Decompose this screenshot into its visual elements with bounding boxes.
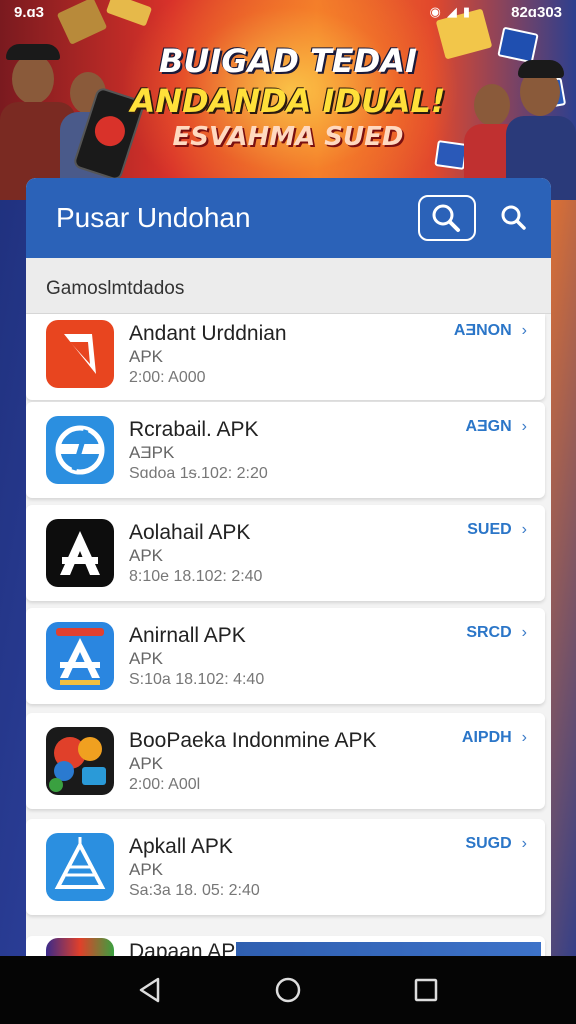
page-title: Pusar Undohan [56, 202, 251, 233]
list-item[interactable]: Andant Urddnian APK 2:00: A000 AƎNON › [26, 314, 545, 400]
notification-icon: ◉ [429, 4, 447, 19]
app-name: BooPaeka Indonmine APK [129, 729, 377, 752]
list-item[interactable]: Rcrabail. APK AƎPK Sɑdoa 1ᵴ.102: 2:20 AƎ… [26, 402, 545, 498]
app-action-label: SUED [467, 521, 512, 538]
app-type: AƎPK [129, 443, 175, 462]
signal-icon: ◢ [446, 4, 463, 19]
recents-button[interactable] [410, 974, 442, 1006]
font-app-icon [46, 519, 114, 587]
home-button[interactable] [272, 974, 304, 1006]
triangle-app-icon [46, 833, 114, 901]
status-bar: 9.ɑ3 ◉◢▮ 82ɑ303 [0, 0, 576, 26]
app-action-button[interactable]: AƎNON › [454, 322, 527, 340]
search-button[interactable] [492, 195, 536, 241]
app-meta: S:10a 18.102: 4:40 [129, 671, 265, 688]
app-action-button[interactable]: AƎGN › [465, 418, 527, 436]
search-button-boxed[interactable] [418, 195, 476, 241]
app-name: Andant Urddnian [129, 322, 287, 345]
battery-icon: ▮ [462, 4, 476, 19]
chevron-right-icon: › [521, 835, 527, 852]
app-meta: 2:00: A000 [129, 369, 206, 386]
system-nav-bar [0, 956, 576, 1024]
chevron-right-icon: › [521, 624, 527, 641]
recents-icon [414, 978, 438, 1002]
back-button[interactable] [134, 974, 166, 1006]
app-name: Anirnall APK [129, 624, 246, 647]
chevron-right-icon: › [521, 521, 527, 538]
game-app-icon [46, 727, 114, 795]
app-type: APK [129, 347, 164, 366]
app-action-button[interactable]: AIPDH › [462, 729, 527, 747]
search-icon [501, 205, 526, 230]
app-bar: Pusar Undohan [26, 178, 551, 258]
app-meta: 2:00: A00l [129, 776, 201, 793]
app-type: APK [129, 860, 164, 879]
app-action-label: SRCD [466, 624, 512, 641]
link-app-icon [46, 416, 114, 484]
promo-banner[interactable]: BUIGAD TEDAI ANDANDA IDUAL! ESVAHMA SUED [0, 0, 576, 200]
chevron-right-icon: › [521, 729, 527, 746]
app-meta: 8:10e 18.102: 2:40 [129, 568, 263, 585]
app-type: APK [129, 754, 164, 773]
app-type: APK [129, 649, 164, 668]
chevron-right-icon: › [521, 418, 527, 435]
section-title: Gamoslmtdados [46, 278, 185, 299]
pdf-app-icon [46, 320, 114, 388]
app-name: Aolahail APK [129, 521, 251, 544]
banner-headline-1: BUIGAD TEDAI [159, 42, 417, 80]
partial-app-icon [46, 938, 114, 958]
banner-headline-2: ANDANDA IDUAL! [130, 82, 446, 120]
status-time: 9.ɑ3 [14, 4, 45, 21]
list-item[interactable]: Anirnall APK APK S:10a 18.102: 4:40 SRCD… [26, 608, 545, 704]
search-icon [432, 204, 460, 232]
app-action-button[interactable]: SRCD › [466, 624, 527, 642]
app-action-label: AƎGN [465, 418, 512, 435]
app-meta: Sa:3a 18. 05: 2:40 [129, 882, 260, 899]
list-item[interactable]: Apkall APK APK Sa:3a 18. 05: 2:40 SUGD › [26, 819, 545, 915]
app-action-button[interactable]: SUGD › [465, 835, 527, 853]
app-meta: Sɑdoa 1ᵴ.102: 2:20 [129, 465, 268, 482]
list-item[interactable]: BooPaeka Indonmine APK APK 2:00: A00l AI… [26, 713, 545, 809]
home-icon [275, 977, 301, 1003]
status-right-text: 82ɑ303 [511, 4, 562, 21]
back-icon [139, 977, 160, 1003]
app-type: APK [129, 546, 164, 565]
section-header: Gamoslmtdados [26, 258, 551, 314]
app-panel: Pusar Undohan Gamoslmtdados Andant Urddn… [26, 178, 551, 958]
app-action-label: AIPDH [461, 729, 512, 746]
banner-headline-3: ESVAHMA SUED [172, 122, 404, 152]
app-name: Apkall APK [129, 835, 233, 858]
app-name: Rcrabail. APK [129, 418, 259, 441]
app-action-label: SUGD [465, 835, 512, 852]
status-icons: ◉◢▮ [430, 4, 477, 20]
chevron-right-icon: › [521, 322, 527, 339]
app-action-label: AƎNON [453, 322, 512, 339]
appstore-app-icon [46, 622, 114, 690]
list-item[interactable]: Aolahail APK APK 8:10e 18.102: 2:40 SUED… [26, 505, 545, 601]
app-action-button[interactable]: SUED › [467, 521, 527, 539]
